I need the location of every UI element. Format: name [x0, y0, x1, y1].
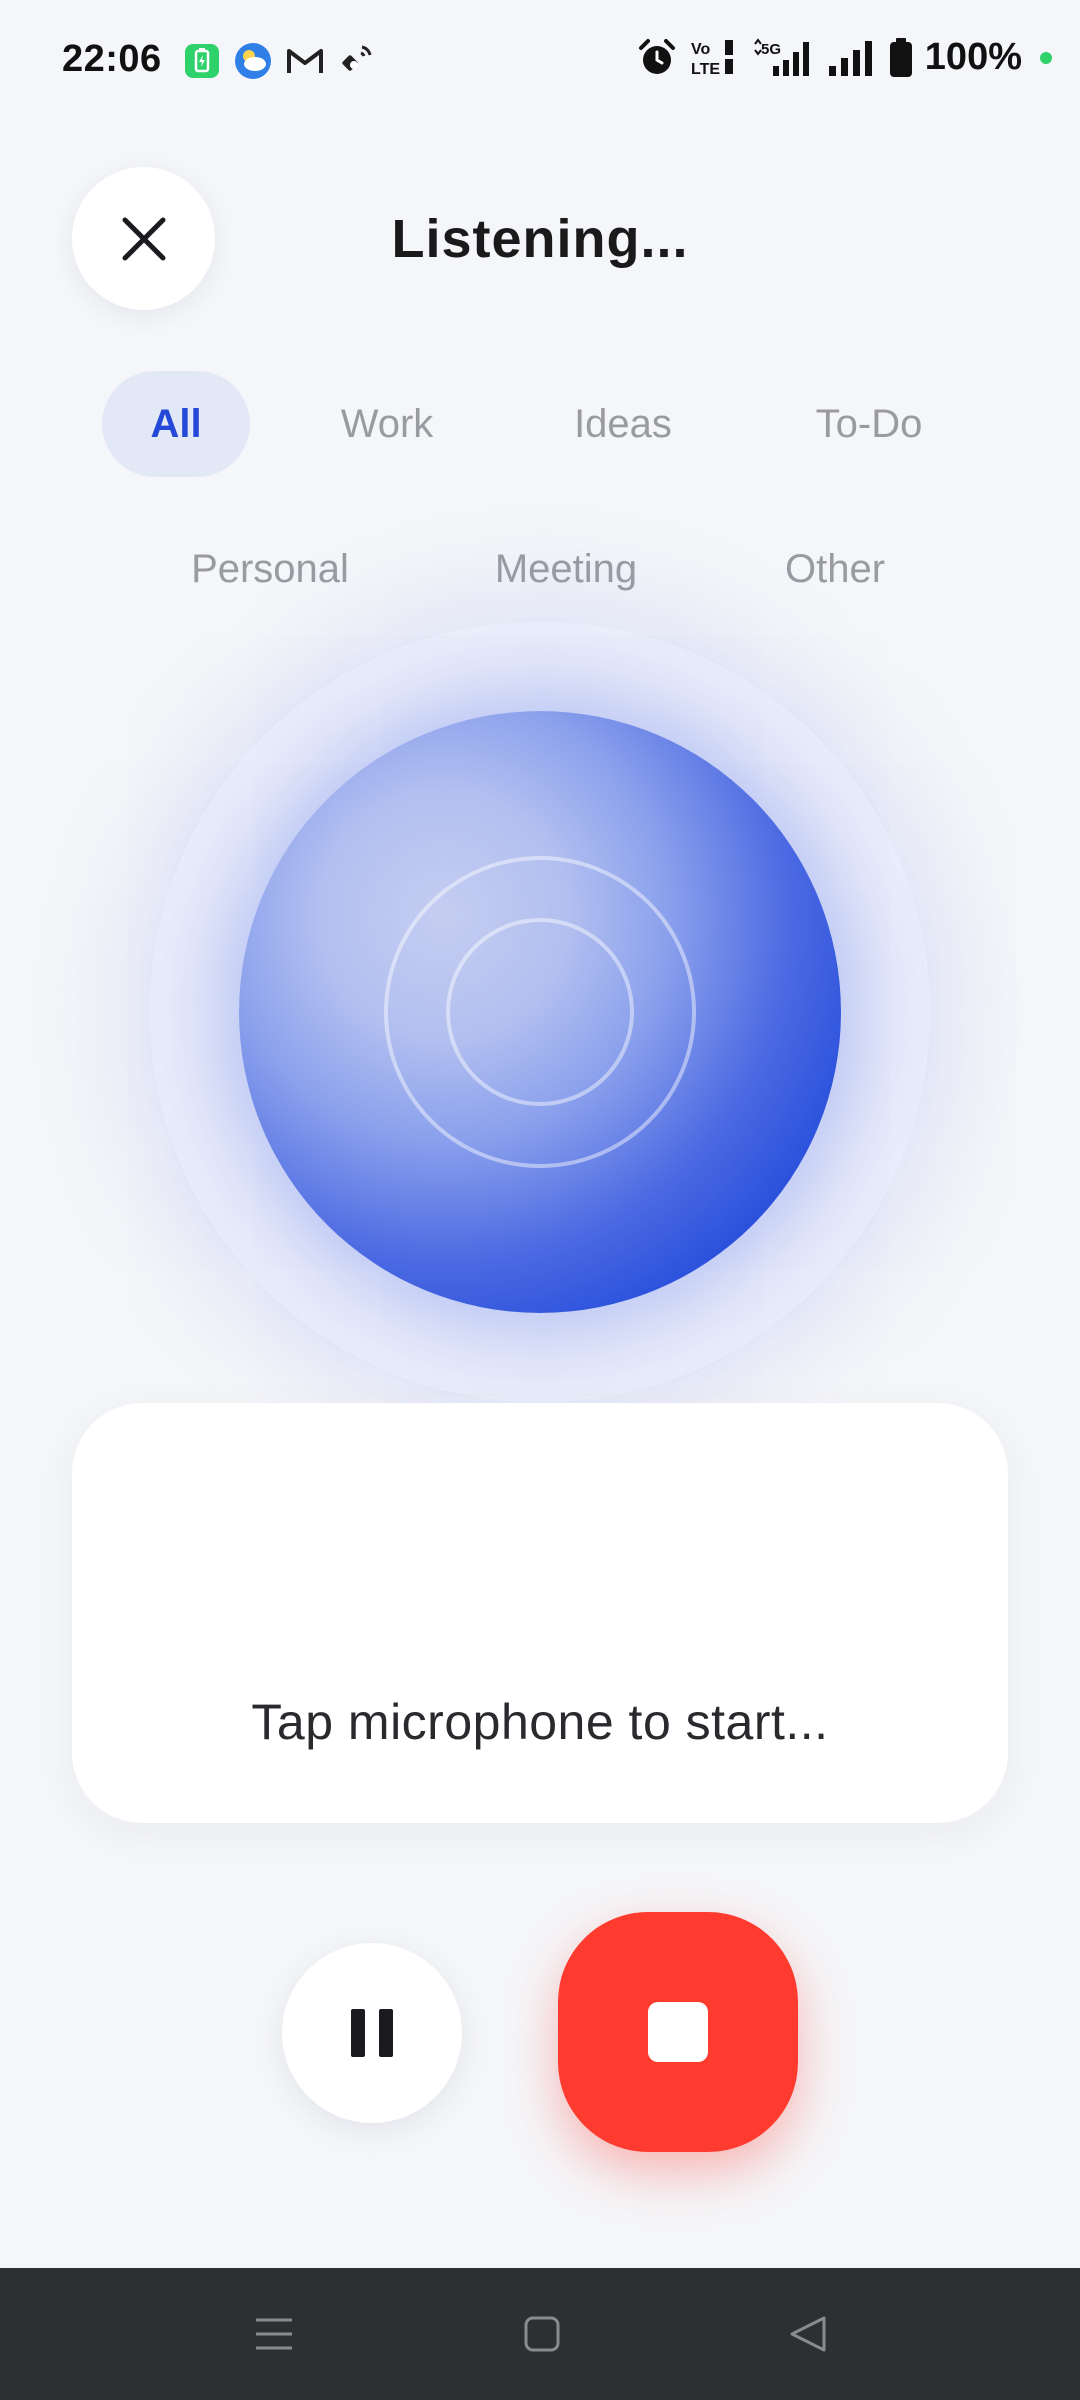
nav-home-button[interactable]: [506, 2298, 578, 2370]
signal-5g-icon: 5G: [753, 37, 809, 76]
network-5g-label: 5G: [761, 41, 781, 58]
volte-label-lte: LTE: [691, 61, 720, 78]
orb-inner-ring: [446, 918, 634, 1106]
alarm-icon: [638, 38, 675, 74]
system-navigation-bar: [0, 2268, 1080, 2400]
category-chip-meeting[interactable]: Meeting: [458, 516, 674, 622]
status-bar: 22:06 Vo LTE 5G 100%: [0, 0, 1080, 124]
status-time: 22:06: [62, 38, 162, 80]
category-chip-todo[interactable]: To-Do: [776, 371, 962, 477]
transcript-placeholder: Tap microphone to start...: [251, 1694, 829, 1750]
status-right-icons: Vo LTE 5G 100%: [637, 36, 1052, 79]
category-chip-label: Work: [340, 401, 434, 446]
category-chip-work[interactable]: Work: [306, 371, 468, 477]
category-chip-label: Personal: [191, 546, 349, 591]
stop-button[interactable]: [558, 1912, 798, 2152]
category-chip-label: All: [150, 401, 202, 446]
menu-icon: [256, 2318, 292, 2350]
page-title: Listening...: [391, 209, 689, 269]
category-chip-label: To-Do: [815, 401, 923, 446]
battery-percentage: 100%: [924, 36, 1022, 78]
volte-label-vo: Vo: [691, 41, 710, 58]
battery-icon: [889, 37, 912, 77]
category-chip-all[interactable]: All: [102, 371, 250, 477]
pause-button[interactable]: [282, 1943, 462, 2123]
back-icon: [790, 2316, 826, 2352]
pause-icon: [351, 2009, 393, 2057]
category-chip-label: Other: [784, 546, 886, 591]
category-chip-other[interactable]: Other: [742, 516, 928, 622]
nav-menu-button[interactable]: [238, 2298, 310, 2370]
battery-saver-icon: [185, 44, 219, 78]
volte-icon: Vo LTE: [691, 39, 733, 78]
privacy-indicator-dot: [1040, 51, 1052, 64]
category-chip-personal[interactable]: Personal: [160, 516, 380, 622]
status-left-icons: [184, 42, 374, 80]
stop-icon: [648, 2002, 708, 2062]
nav-back-button[interactable]: [772, 2298, 844, 2370]
category-chip-ideas[interactable]: Ideas: [538, 371, 708, 477]
signal-icon: [828, 40, 872, 76]
satellite-icon: [342, 45, 372, 71]
gmail-icon: [287, 49, 323, 73]
weather-icon: [235, 43, 271, 79]
category-chip-label: Ideas: [574, 401, 672, 446]
transcript-card: Tap microphone to start...: [72, 1403, 1008, 1823]
category-chip-label: Meeting: [494, 546, 638, 591]
home-icon: [524, 2316, 560, 2352]
